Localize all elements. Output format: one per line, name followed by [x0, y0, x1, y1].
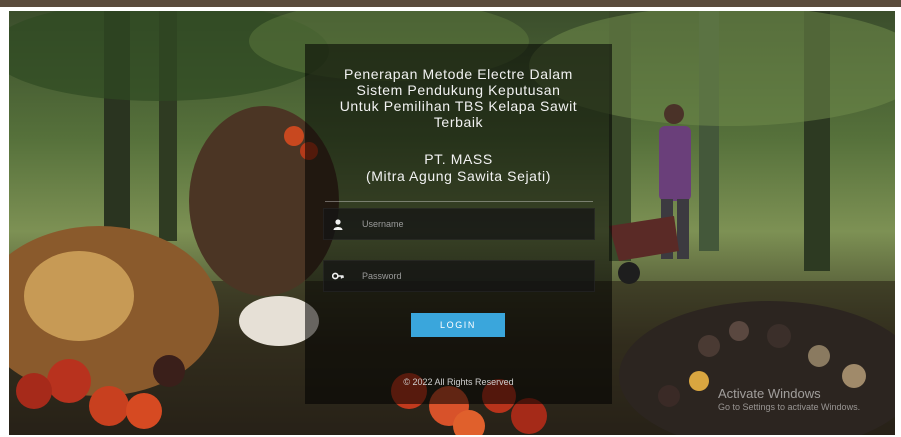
password-field: [323, 260, 595, 292]
app-title-line-2: Sistem Pendukung Keputusan: [356, 82, 561, 98]
app-title-line-3: Untuk Pemilihan TBS Kelapa Sawit: [339, 98, 578, 114]
password-input[interactable]: [354, 261, 590, 291]
login-panel: Penerapan Metode Electre Dalam Sistem Pe…: [305, 44, 612, 404]
user-icon: [324, 209, 352, 239]
key-icon: [324, 261, 352, 291]
username-input[interactable]: [354, 209, 590, 239]
app-title-line-4: Terbaik: [433, 114, 484, 130]
browser-top-edge: [0, 0, 901, 7]
username-field: [323, 208, 595, 240]
company-name: PT. MASS (Mitra Agung Sawita Sejati): [305, 151, 612, 185]
activation-watermark-subtitle: Go to Settings to activate Windows.: [718, 402, 861, 412]
company-name-line-1: PT. MASS: [424, 151, 493, 167]
app-title: Penerapan Metode Electre Dalam Sistem Pe…: [305, 66, 612, 130]
divider: [325, 201, 593, 202]
login-button[interactable]: LOGIN: [411, 313, 505, 337]
copyright-footer: © 2022 All Rights Reserved: [403, 377, 514, 387]
company-name-line-2: (Mitra Agung Sawita Sejati): [365, 168, 552, 184]
app-title-line-1: Penerapan Metode Electre Dalam: [344, 66, 573, 82]
activation-watermark-title: Activate Windows: [718, 386, 821, 401]
